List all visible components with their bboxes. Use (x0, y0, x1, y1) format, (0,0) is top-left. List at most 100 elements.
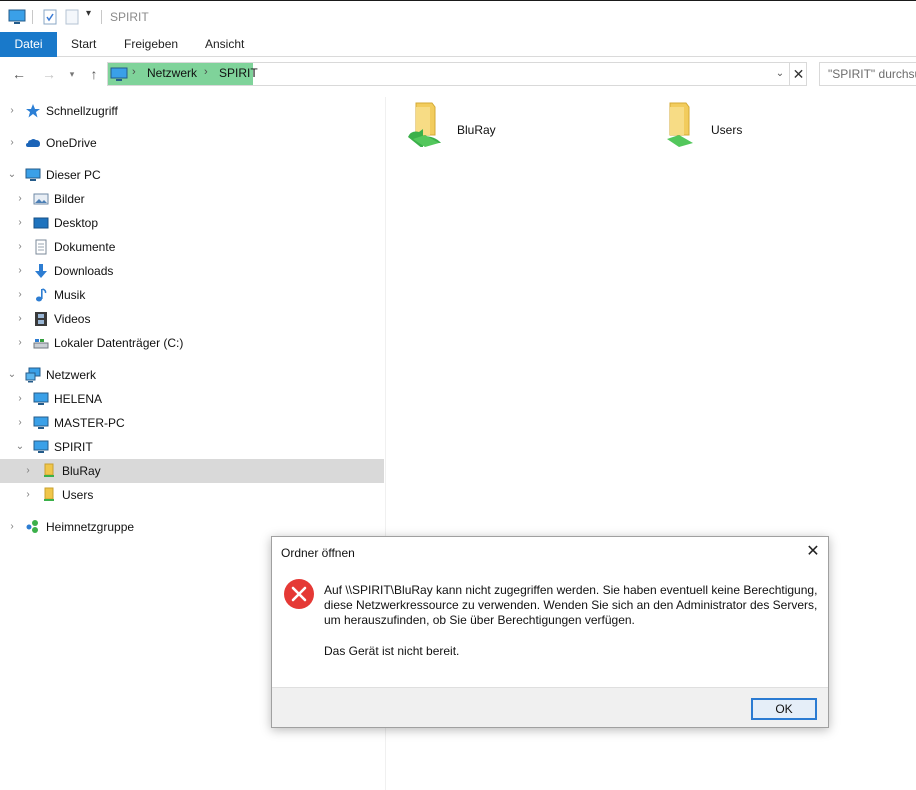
sidebar-item-desktop[interactable]: › Desktop (0, 211, 384, 235)
ribbon-tabs: Datei Start Freigeben Ansicht (0, 32, 916, 57)
back-arrow-icon[interactable]: ← (10, 65, 28, 83)
chevron-right-icon[interactable]: › (14, 217, 26, 229)
chevron-right-icon[interactable]: › (14, 265, 26, 277)
sidebar-item-label: HELENA (54, 392, 103, 406)
film-icon (35, 312, 47, 326)
shared-folder-icon (44, 463, 54, 477)
sidebar-item-schnellzugriff[interactable]: › Schnellzugriff (0, 99, 384, 123)
search-input[interactable]: "SPIRIT" durchsuchen (819, 62, 916, 86)
dialog-footer: OK (272, 687, 828, 727)
tab-datei[interactable]: Datei (0, 32, 57, 57)
network-icon (25, 367, 41, 383)
chevron-right-icon[interactable]: › (14, 393, 26, 405)
close-icon[interactable]: ✕ (789, 63, 807, 85)
sidebar-item-label: OneDrive (46, 136, 97, 150)
sidebar-item-netzwerk[interactable]: ⌄ Netzwerk (0, 363, 384, 387)
folder-label: Users (711, 123, 743, 137)
sidebar-item-label: Heimnetzgruppe (46, 520, 135, 534)
tab-start[interactable]: Start (57, 32, 110, 57)
chevron-right-icon[interactable]: › (14, 313, 26, 325)
breadcrumb-chevron-icon[interactable]: › (204, 66, 208, 78)
sidebar-item-label: BluRay (62, 464, 101, 478)
sidebar-item-label: Netzwerk (46, 368, 97, 382)
chevron-down-icon[interactable]: ⌄ (6, 169, 18, 181)
sidebar-item-users[interactable]: › Users (0, 483, 384, 507)
documents-icon (35, 239, 47, 255)
shared-folder-icon (408, 102, 441, 147)
chevron-right-icon[interactable]: › (22, 489, 34, 501)
separator (32, 10, 33, 24)
sidebar-item-helena[interactable]: › HELENA (0, 387, 384, 411)
shared-folder-icon (44, 487, 54, 501)
cloud-icon (26, 139, 40, 147)
sidebar-item-label: Lokaler Datenträger (C:) (54, 336, 184, 350)
sidebar-item-label: Dokumente (54, 240, 116, 254)
sidebar-item-videos[interactable]: › Videos (0, 307, 384, 331)
address-dropdown-icon[interactable]: ⌄ (772, 65, 788, 83)
sidebar-item-dieser-pc[interactable]: ⌄ Dieser PC (0, 163, 384, 187)
chevron-right-icon[interactable]: › (6, 521, 18, 533)
folder-label: BluRay (457, 123, 496, 137)
pictures-icon (33, 193, 49, 205)
sidebar-item-spirit[interactable]: ⌄ SPIRIT (0, 435, 384, 459)
dialog-message: Auf \\SPIRIT\BluRay kann nicht zugegriff… (324, 583, 818, 627)
sidebar-item-label: Downloads (54, 264, 114, 278)
chevron-right-icon[interactable]: › (14, 337, 26, 349)
sidebar-item-musik[interactable]: › Musik (0, 283, 384, 307)
computer-icon[interactable] (8, 9, 26, 25)
sidebar-item-bluray[interactable]: › BluRay (0, 459, 384, 483)
homegroup-icon (26, 520, 38, 533)
title-bar: ▾ SPIRIT (0, 0, 916, 32)
dialog-detail: Das Gerät ist nicht bereit. (324, 644, 460, 658)
forward-arrow-icon[interactable]: → (40, 65, 58, 83)
recent-locations-chevron-icon[interactable]: ▾ (65, 65, 79, 83)
sidebar-item-label: Schnellzugriff (46, 104, 118, 118)
chevron-right-icon[interactable]: › (14, 289, 26, 301)
sidebar-item-label: Users (62, 488, 94, 502)
chevron-right-icon[interactable]: › (14, 193, 26, 205)
chevron-down-icon[interactable]: ⌄ (6, 369, 18, 381)
address-bar[interactable]: › Netzwerk › SPIRIT ⌄ ✕ (107, 62, 807, 86)
new-folder-icon[interactable] (64, 9, 80, 25)
tab-ansicht[interactable]: Ansicht (191, 32, 258, 57)
chevron-right-icon[interactable]: › (14, 417, 26, 429)
chevron-right-icon[interactable]: › (14, 241, 26, 253)
sidebar-item-dokumente[interactable]: › Dokumente (0, 235, 384, 259)
folder-item-users[interactable]: Users (659, 97, 879, 157)
sidebar-item-onedrive[interactable]: › OneDrive (0, 131, 384, 155)
sidebar-item-label: Desktop (54, 216, 99, 230)
up-arrow-icon[interactable]: ↑ (85, 65, 103, 83)
shared-folder-icon (667, 102, 693, 147)
properties-icon[interactable] (42, 9, 58, 25)
chevron-right-icon[interactable]: › (6, 105, 18, 117)
error-icon (284, 579, 314, 609)
breadcrumb-chevron-icon[interactable]: › (132, 66, 136, 78)
customize-quick-access-icon[interactable]: ▾ (86, 8, 91, 24)
sidebar-item-label: Dieser PC (46, 168, 101, 182)
drive-icon (33, 339, 49, 349)
separator (101, 10, 102, 24)
ok-button[interactable]: OK (751, 698, 817, 720)
tab-freigeben[interactable]: Freigeben (110, 32, 192, 57)
navigation-bar: ← → ▾ ↑ › Netzwerk › SPIRIT ⌄ ✕ "SPIRIT"… (0, 57, 916, 91)
sidebar-item-label: Videos (54, 312, 91, 326)
window-title: SPIRIT (110, 10, 149, 24)
dialog-title: Ordner öffnen (281, 546, 355, 560)
sidebar-item-downloads[interactable]: › Downloads (0, 259, 384, 283)
sidebar-item-master-pc[interactable]: › MASTER-PC (0, 411, 384, 435)
computer-icon (33, 392, 49, 405)
chevron-right-icon[interactable]: › (6, 137, 18, 149)
error-dialog: Ordner öffnen ✕ Auf \\SPIRIT\BluRay kann… (271, 536, 829, 728)
chevron-right-icon[interactable]: › (22, 465, 34, 477)
breadcrumb-netzwerk[interactable]: Netzwerk (147, 66, 197, 80)
sidebar-item-label: MASTER-PC (54, 416, 125, 430)
breadcrumb-spirit[interactable]: SPIRIT (219, 66, 258, 80)
folder-item-bluray[interactable]: BluRay (405, 97, 625, 157)
sidebar-item-lokaler-datentraeger[interactable]: › Lokaler Datenträger (C:) (0, 331, 384, 355)
computer-icon (33, 416, 49, 429)
chevron-down-icon[interactable]: ⌄ (14, 441, 26, 453)
sidebar-item-bilder[interactable]: › Bilder (0, 187, 384, 211)
close-icon[interactable]: ✕ (800, 541, 826, 563)
network-location-icon (110, 67, 128, 81)
sidebar-item-label: Bilder (54, 192, 85, 206)
